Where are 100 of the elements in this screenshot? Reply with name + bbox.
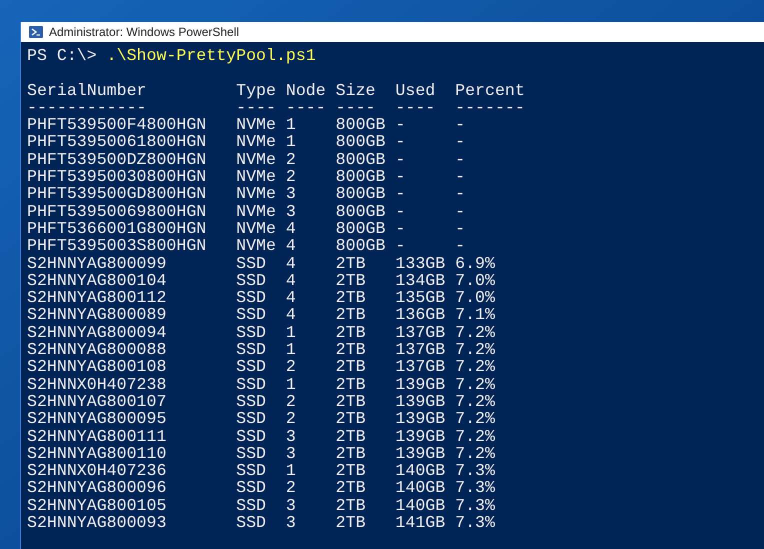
table-cell: 2TB — [336, 254, 366, 273]
table-cell: 7.3% — [455, 496, 495, 515]
table-cell: 2TB — [336, 444, 366, 463]
table-cell: SSD — [236, 392, 266, 411]
table-cell: 4 — [286, 288, 296, 308]
table-cell: PHFT53950061800HGN — [27, 132, 206, 152]
column-header: Used — [395, 80, 436, 100]
table-cell: 1 — [286, 115, 296, 134]
table-cell: - — [455, 236, 466, 256]
table-cell: PHFT539500DZ800HGN — [27, 150, 206, 169]
table-cell: 2TB — [336, 305, 366, 324]
table-cell: 139GB — [395, 409, 446, 428]
table-cell: 2TB — [336, 426, 366, 446]
table-cell: 800GB — [336, 167, 386, 186]
table-cell: S2HNNYAG800088 — [27, 340, 166, 360]
table-cell: 2 — [286, 392, 296, 411]
table-cell: 7.0% — [455, 270, 495, 290]
table-cell: 4 — [286, 254, 296, 273]
table-cell: SSD — [236, 461, 266, 480]
table-cell: 7.3% — [455, 461, 495, 480]
table-cell: - — [395, 218, 406, 238]
table-cell: 139GB — [395, 426, 446, 446]
table-cell: S2HNNYAG800089 — [27, 305, 166, 324]
table-cell: 7.0% — [455, 288, 495, 308]
table-cell: - — [455, 167, 466, 186]
header-rule: ---- — [286, 98, 326, 117]
table-cell: 136GB — [395, 305, 446, 324]
column-header: SerialNumber — [27, 80, 146, 100]
table-cell: SSD — [236, 496, 266, 515]
header-rule: ---- — [236, 98, 276, 117]
table-cell: 2TB — [336, 478, 366, 498]
table-cell: SSD — [236, 254, 266, 273]
table-cell: 800GB — [336, 132, 386, 152]
table-cell: 7.2% — [455, 426, 495, 446]
table-cell: 7.2% — [455, 322, 495, 342]
table-cell: 135GB — [395, 288, 446, 308]
table-cell: 1 — [286, 322, 296, 342]
table-cell: - — [395, 167, 406, 186]
table-cell: - — [455, 150, 466, 169]
table-cell: NVMe — [236, 150, 276, 169]
table-cell: PHFT539500GD800HGN — [27, 184, 206, 204]
table-cell: 2TB — [336, 340, 366, 360]
table-cell: 3 — [286, 184, 296, 204]
table-cell: 2TB — [336, 392, 366, 411]
table-cell: - — [395, 115, 406, 134]
table-cell: 1 — [286, 340, 296, 360]
table-cell: SSD — [236, 288, 266, 308]
table-cell: 4 — [286, 270, 296, 290]
table-cell: 137GB — [395, 340, 446, 360]
table-cell: 4 — [286, 305, 296, 324]
table-cell: SSD — [236, 305, 266, 324]
table-cell: NVMe — [236, 218, 276, 238]
table-cell: NVMe — [236, 132, 276, 152]
table-cell: S2HNNYAG800095 — [27, 409, 166, 428]
table-cell: 7.2% — [455, 340, 495, 360]
table-cell: PHFT53950030800HGN — [27, 167, 206, 186]
table-cell: S2HNNYAG800112 — [27, 288, 166, 308]
table-cell: 139GB — [395, 392, 446, 411]
table-cell: 800GB — [336, 218, 386, 238]
table-cell: - — [455, 132, 466, 152]
table-cell: 2 — [286, 167, 296, 186]
table-cell: 2TB — [336, 357, 366, 376]
table-cell: SSD — [236, 357, 266, 376]
column-header: Type — [236, 80, 276, 100]
table-cell: S2HNNYAG800111 — [27, 426, 166, 446]
table-cell: 6.9% — [455, 254, 495, 273]
powershell-icon — [29, 26, 43, 38]
table-cell: 139GB — [395, 444, 446, 463]
table-cell: SSD — [236, 322, 266, 342]
prompt: PS C:\> — [27, 47, 97, 64]
table-cell: 141GB — [395, 513, 446, 532]
table-cell: - — [455, 218, 466, 238]
table-cell: - — [395, 150, 406, 169]
column-header: Node — [286, 80, 326, 100]
table-cell: 7.2% — [455, 444, 495, 463]
table-cell: 2TB — [336, 409, 366, 428]
column-header: Percent — [455, 80, 525, 100]
table-cell: SSD — [236, 513, 266, 532]
table-cell: SSD — [236, 409, 266, 428]
table-cell: NVMe — [236, 184, 276, 204]
table-cell: 134GB — [395, 270, 446, 290]
table-cell: 2TB — [336, 270, 366, 290]
header-rule: ---- — [395, 98, 436, 117]
table-cell: 4 — [286, 218, 296, 238]
table-cell: NVMe — [236, 236, 276, 256]
table-cell: 1 — [286, 132, 296, 152]
table-cell: S2HNNYAG800108 — [27, 357, 166, 376]
table-cell: 800GB — [336, 184, 386, 204]
table-cell: 139GB — [395, 374, 446, 394]
table-cell: S2HNNYAG800107 — [27, 392, 166, 411]
table-cell: 7.2% — [455, 374, 495, 394]
table-cell: 137GB — [395, 357, 446, 376]
table-cell: 7.3% — [455, 478, 495, 498]
table-cell: 7.2% — [455, 392, 495, 411]
table-cell: 1 — [286, 374, 296, 394]
table-cell: SSD — [236, 426, 266, 446]
table-cell: SSD — [236, 478, 266, 498]
table-cell: PHFT539500F4800HGN — [27, 115, 206, 134]
table-cell: PHFT5395003S800HGN — [27, 236, 206, 256]
table-cell: PHFT5366001G800HGN — [27, 218, 206, 238]
